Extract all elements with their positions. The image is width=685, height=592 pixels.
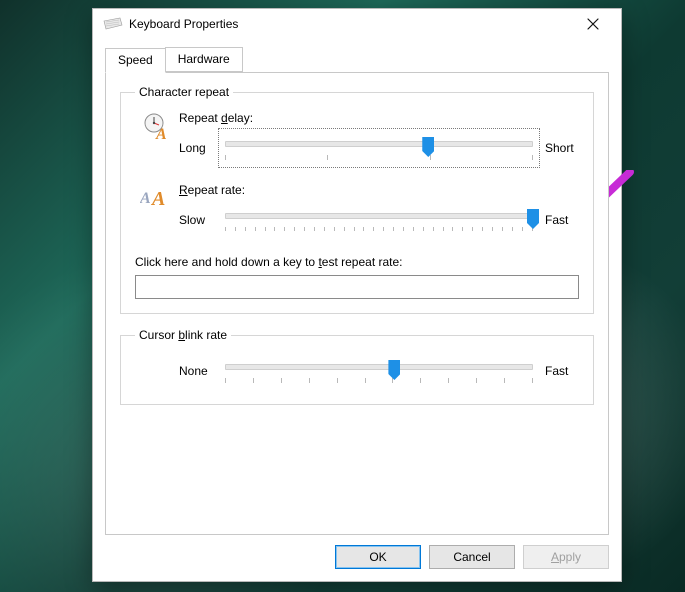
keyboard-properties-dialog: Keyboard Properties Speed Hardware Chara… bbox=[92, 8, 622, 582]
row-test-repeat: Click here and hold down a key to test r… bbox=[135, 255, 579, 299]
ok-button[interactable]: OK bbox=[335, 545, 421, 569]
cursor-blink-min-label: None bbox=[179, 364, 213, 378]
test-repeat-label: Click here and hold down a key to test r… bbox=[135, 255, 579, 269]
group-character-repeat: Character repeat A bbox=[120, 85, 594, 314]
repeat-delay-label: Repeat delay: bbox=[179, 111, 579, 125]
dialog-buttons: OK Cancel Apply bbox=[93, 535, 621, 581]
tab-panel-speed: Character repeat A bbox=[105, 72, 609, 535]
repeat-rate-label: Repeat rate: bbox=[179, 183, 579, 197]
svg-text:A: A bbox=[155, 126, 167, 141]
close-button[interactable] bbox=[573, 10, 613, 38]
apply-button[interactable]: Apply bbox=[523, 545, 609, 569]
tab-header: Speed Hardware bbox=[105, 47, 609, 72]
repeat-delay-icon: A bbox=[135, 111, 179, 141]
repeat-delay-max-label: Short bbox=[545, 141, 579, 155]
group-cursor-blink-legend: Cursor blink rate bbox=[135, 328, 231, 342]
repeat-rate-min-label: Slow bbox=[179, 213, 213, 227]
keyboard-icon bbox=[103, 17, 123, 31]
repeat-rate-max-label: Fast bbox=[545, 213, 579, 227]
group-character-repeat-legend: Character repeat bbox=[135, 85, 233, 99]
tab-speed[interactable]: Speed bbox=[105, 48, 166, 73]
repeat-delay-slider[interactable] bbox=[221, 131, 537, 165]
cancel-button[interactable]: Cancel bbox=[429, 545, 515, 569]
repeat-delay-min-label: Long bbox=[179, 141, 213, 155]
cursor-blink-slider[interactable] bbox=[221, 354, 537, 388]
repeat-rate-slider[interactable] bbox=[221, 203, 537, 237]
desktop-background: Keyboard Properties Speed Hardware Chara… bbox=[0, 0, 685, 592]
window-title: Keyboard Properties bbox=[129, 17, 573, 31]
row-repeat-rate: A A Repeat rate: Slow bbox=[135, 183, 579, 237]
repeat-rate-icon: A A bbox=[135, 183, 179, 209]
test-repeat-input[interactable] bbox=[135, 275, 579, 299]
tab-container: Speed Hardware Character repeat bbox=[93, 39, 621, 535]
tab-hardware[interactable]: Hardware bbox=[165, 47, 243, 72]
svg-text:A: A bbox=[150, 188, 165, 209]
row-repeat-delay: A Repeat delay: Long bbox=[135, 111, 579, 165]
cursor-blink-max-label: Fast bbox=[545, 364, 579, 378]
group-cursor-blink: Cursor blink rate None Fa bbox=[120, 328, 594, 405]
svg-text:A: A bbox=[140, 190, 151, 207]
titlebar[interactable]: Keyboard Properties bbox=[93, 9, 621, 39]
